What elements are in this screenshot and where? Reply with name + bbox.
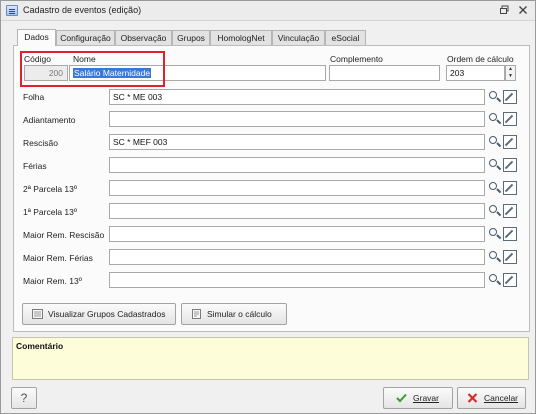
codigo-field[interactable]: 200: [24, 65, 68, 81]
tab-vinculacao[interactable]: Vinculação: [272, 30, 325, 45]
tab-observacao[interactable]: Observação: [115, 30, 172, 45]
visualizar-grupos-button[interactable]: Visualizar Grupos Cadastrados: [22, 303, 176, 325]
rescisao-field[interactable]: SC * MEF 003: [109, 134, 485, 150]
ordem-spinner[interactable]: ▲ ▼: [505, 65, 516, 81]
restore-icon[interactable]: [498, 3, 512, 17]
spin-up-icon[interactable]: ▲: [506, 66, 515, 73]
parcela1-13-search-icon[interactable]: [487, 204, 501, 218]
rescisao-edit-icon[interactable]: [503, 135, 517, 149]
folha-field[interactable]: SC * ME 003: [109, 89, 485, 105]
maior-rem-13-edit-icon[interactable]: [503, 273, 517, 287]
tab-configuracao[interactable]: Configuração: [56, 30, 115, 45]
parcela2-13-label: 2ª Parcela 13º: [23, 184, 77, 194]
rescisao-search-icon[interactable]: [487, 135, 501, 149]
help-button[interactable]: ?: [11, 387, 37, 409]
parcela2-13-edit-icon[interactable]: [503, 181, 517, 195]
maior-rem-rescisao-edit-icon[interactable]: [503, 227, 517, 241]
rescisao-label: Rescisão: [23, 138, 58, 148]
parcela1-13-label: 1ª Parcela 13º: [23, 207, 77, 217]
maior-rem-rescisao-field[interactable]: [109, 226, 485, 242]
simular-calculo-label: Simular o cálculo: [207, 309, 272, 319]
adiantamento-label: Adiantamento: [23, 115, 76, 125]
nome-field[interactable]: Salário Maternidade: [69, 65, 326, 81]
parcela1-13-field[interactable]: [109, 203, 485, 219]
maior-rem-13-field[interactable]: [109, 272, 485, 288]
tab-dados[interactable]: Dados: [17, 29, 56, 46]
ferias-field[interactable]: [109, 157, 485, 173]
event-register-dialog: Cadastro de eventos (edição) Dados Confi…: [0, 0, 536, 414]
simular-calculo-button[interactable]: Simular o cálculo: [181, 303, 287, 325]
tab-grupos[interactable]: Grupos: [172, 30, 210, 45]
cancelar-label: Cancelar: [484, 393, 519, 403]
maior-rem-ferias-label: Maior Rem. Férias: [23, 253, 93, 263]
comment-label: Comentário: [16, 341, 64, 351]
list-icon: [32, 309, 43, 319]
parcela1-13-edit-icon[interactable]: [503, 204, 517, 218]
tab-homolognet[interactable]: HomologNet: [210, 30, 272, 45]
adiantamento-search-icon[interactable]: [487, 112, 501, 126]
folha-edit-icon[interactable]: [503, 90, 517, 104]
app-icon: [6, 5, 18, 16]
ferias-label: Férias: [23, 161, 47, 171]
title-bar: Cadastro de eventos (edição): [1, 1, 535, 21]
ferias-search-icon[interactable]: [487, 158, 501, 172]
ferias-edit-icon[interactable]: [503, 158, 517, 172]
close-icon[interactable]: [516, 3, 530, 17]
cancel-x-icon: [467, 393, 478, 403]
maior-rem-rescisao-search-icon[interactable]: [487, 227, 501, 241]
nome-value: Salário Maternidade: [73, 68, 152, 78]
folha-search-icon[interactable]: [487, 90, 501, 104]
parcela2-13-field[interactable]: [109, 180, 485, 196]
folha-label: Folha: [23, 92, 45, 102]
gravar-label: Gravar: [413, 393, 439, 403]
adiantamento-field[interactable]: [109, 111, 485, 127]
window-title: Cadastro de eventos (edição): [23, 5, 142, 15]
nome-label: Nome: [73, 54, 96, 64]
maior-rem-rescisao-label: Maior Rem. Rescisão: [23, 230, 105, 240]
spin-down-icon[interactable]: ▼: [506, 73, 515, 80]
complemento-field[interactable]: [329, 65, 440, 81]
comment-area[interactable]: Comentário: [12, 337, 529, 380]
maior-rem-13-label: Maior Rem. 13º: [23, 276, 82, 286]
adiantamento-edit-icon[interactable]: [503, 112, 517, 126]
maior-rem-ferias-field[interactable]: [109, 249, 485, 265]
codigo-label: Código: [24, 54, 51, 64]
maior-rem-ferias-edit-icon[interactable]: [503, 250, 517, 264]
tab-esocial[interactable]: eSocial: [325, 30, 366, 45]
parcela2-13-search-icon[interactable]: [487, 181, 501, 195]
cancelar-button[interactable]: Cancelar: [457, 387, 526, 409]
ordem-label: Ordem de cálculo: [447, 54, 514, 64]
visualizar-grupos-label: Visualizar Grupos Cadastrados: [48, 309, 166, 319]
gravar-button[interactable]: Gravar: [383, 387, 453, 409]
document-icon: [192, 309, 201, 319]
maior-rem-13-search-icon[interactable]: [487, 273, 501, 287]
complemento-label: Complemento: [330, 54, 383, 64]
maior-rem-ferias-search-icon[interactable]: [487, 250, 501, 264]
checkmark-icon: [396, 393, 407, 403]
ordem-calculo-field[interactable]: 203: [446, 65, 505, 81]
